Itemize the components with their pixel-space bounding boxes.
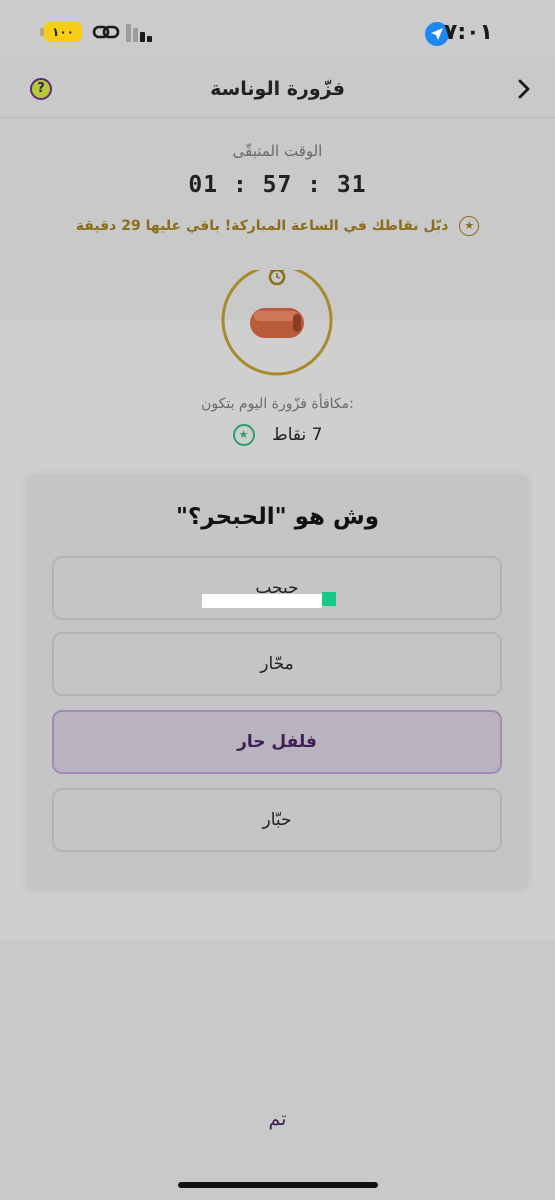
link-icon bbox=[92, 25, 120, 39]
quiz-card: وش هو "الحبحر؟" حبحب محّار فلفل حار حبّا… bbox=[26, 474, 529, 890]
home-indicator bbox=[178, 1182, 378, 1188]
reward-label: مكافأة فزّورة اليوم بتكون: bbox=[201, 396, 354, 412]
header: ? فزّورة الوناسة bbox=[0, 62, 555, 118]
date-fruit-icon bbox=[250, 308, 304, 338]
answer-option-label: فلفل حار bbox=[237, 732, 317, 752]
star-icon: ★ bbox=[459, 216, 480, 236]
page-title: فزّورة الوناسة bbox=[210, 78, 345, 100]
done-button[interactable]: تم bbox=[0, 1108, 555, 1130]
answer-option-4[interactable]: حبّار bbox=[52, 788, 502, 852]
battery-indicator: ١٠٠ bbox=[44, 22, 82, 42]
quiz-question: وش هو "الحبحر؟" bbox=[175, 504, 380, 530]
redaction-marker bbox=[322, 592, 336, 606]
promo-banner: ★ دبّل نقاطك في الساعة المباركة! باقي عل… bbox=[0, 216, 555, 236]
answer-option-3[interactable]: فلفل حار bbox=[52, 710, 502, 774]
status-time: ٧:٠١ bbox=[443, 20, 493, 45]
answer-option-label: محّار bbox=[260, 654, 294, 674]
reward-points-value: 7 نقاط bbox=[271, 425, 323, 445]
back-chevron-icon[interactable] bbox=[517, 78, 531, 100]
redaction-bar bbox=[202, 594, 322, 608]
promo-text: دبّل نقاطك في الساعة المباركة! باقي عليه… bbox=[75, 218, 449, 234]
star-icon: ★ bbox=[232, 424, 255, 446]
stopwatch-icon bbox=[221, 270, 333, 376]
status-bar: ١٠٠ ٧:٠١ bbox=[0, 0, 555, 62]
answer-option-2[interactable]: محّار bbox=[52, 632, 502, 696]
answer-option-label: حبّار bbox=[262, 810, 292, 830]
reward-points: 7 نقاط ★ bbox=[0, 424, 555, 446]
countdown-timer: 01 : 57 : 31 bbox=[188, 172, 367, 198]
answer-option-1[interactable]: حبحب bbox=[52, 556, 502, 620]
signal-icon bbox=[126, 22, 158, 42]
timer-label: الوقت المتبقّى bbox=[232, 142, 323, 160]
